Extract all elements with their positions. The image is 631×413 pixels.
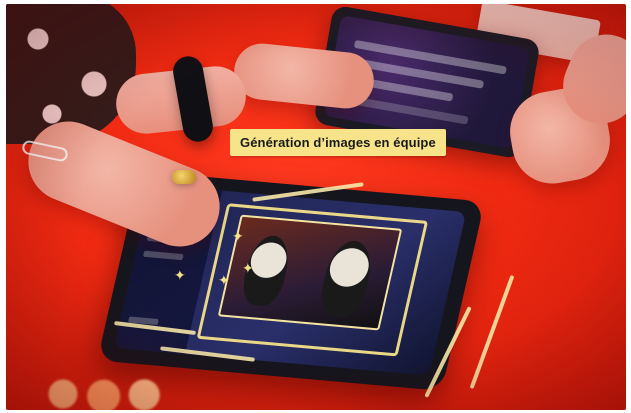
highlight-frame xyxy=(196,203,429,357)
sidebar-row xyxy=(142,250,184,261)
doodle-stroke xyxy=(469,274,515,390)
star-icon: ✦ xyxy=(232,229,244,245)
event-photo: ✦ ✦ ✦ ✦ Génération d’images en équipe xyxy=(6,4,626,410)
star-icon: ✦ xyxy=(174,268,186,284)
caption-label: Génération d’images en équipe xyxy=(230,129,446,156)
ring xyxy=(172,170,196,184)
star-icon: ✦ xyxy=(242,261,254,277)
star-icon: ✦ xyxy=(218,273,230,289)
bokeh-shape xyxy=(34,372,179,410)
